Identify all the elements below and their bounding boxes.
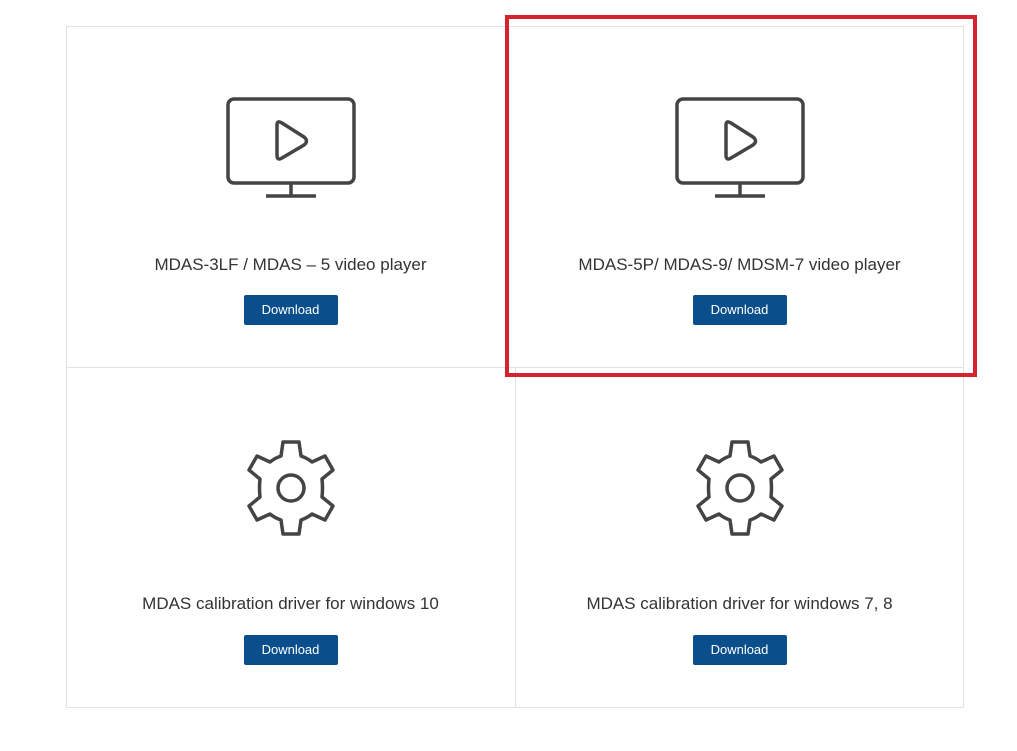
gear-icon [246,440,335,536]
download-card-mdas-3lf: MDAS-3LF / MDAS – 5 video player Downloa… [66,26,515,367]
downloads-page: MDAS-3LF / MDAS – 5 video player Downloa… [0,0,1017,751]
download-button[interactable]: Download [243,635,338,665]
download-button[interactable]: Download [692,635,787,665]
download-card-mdas-5p: MDAS-5P/ MDAS-9/ MDSM-7 video player Dow… [515,26,964,367]
download-card-calibration-win10: MDAS calibration driver for windows 10 D… [66,367,515,708]
card-title: MDAS-3LF / MDAS – 5 video player [154,255,427,274]
download-card-calibration-win7-8: MDAS calibration driver for windows 7, 8… [515,367,964,708]
card-title: MDAS-5P/ MDAS-9/ MDSM-7 video player [578,255,901,274]
monitor-play-icon [674,97,805,198]
download-button[interactable]: Download [692,295,787,325]
monitor-play-icon [225,97,356,198]
download-button[interactable]: Download [243,295,338,325]
gear-icon [695,440,784,536]
card-title: MDAS calibration driver for windows 7, 8 [586,594,893,613]
card-title: MDAS calibration driver for windows 10 [142,594,439,613]
